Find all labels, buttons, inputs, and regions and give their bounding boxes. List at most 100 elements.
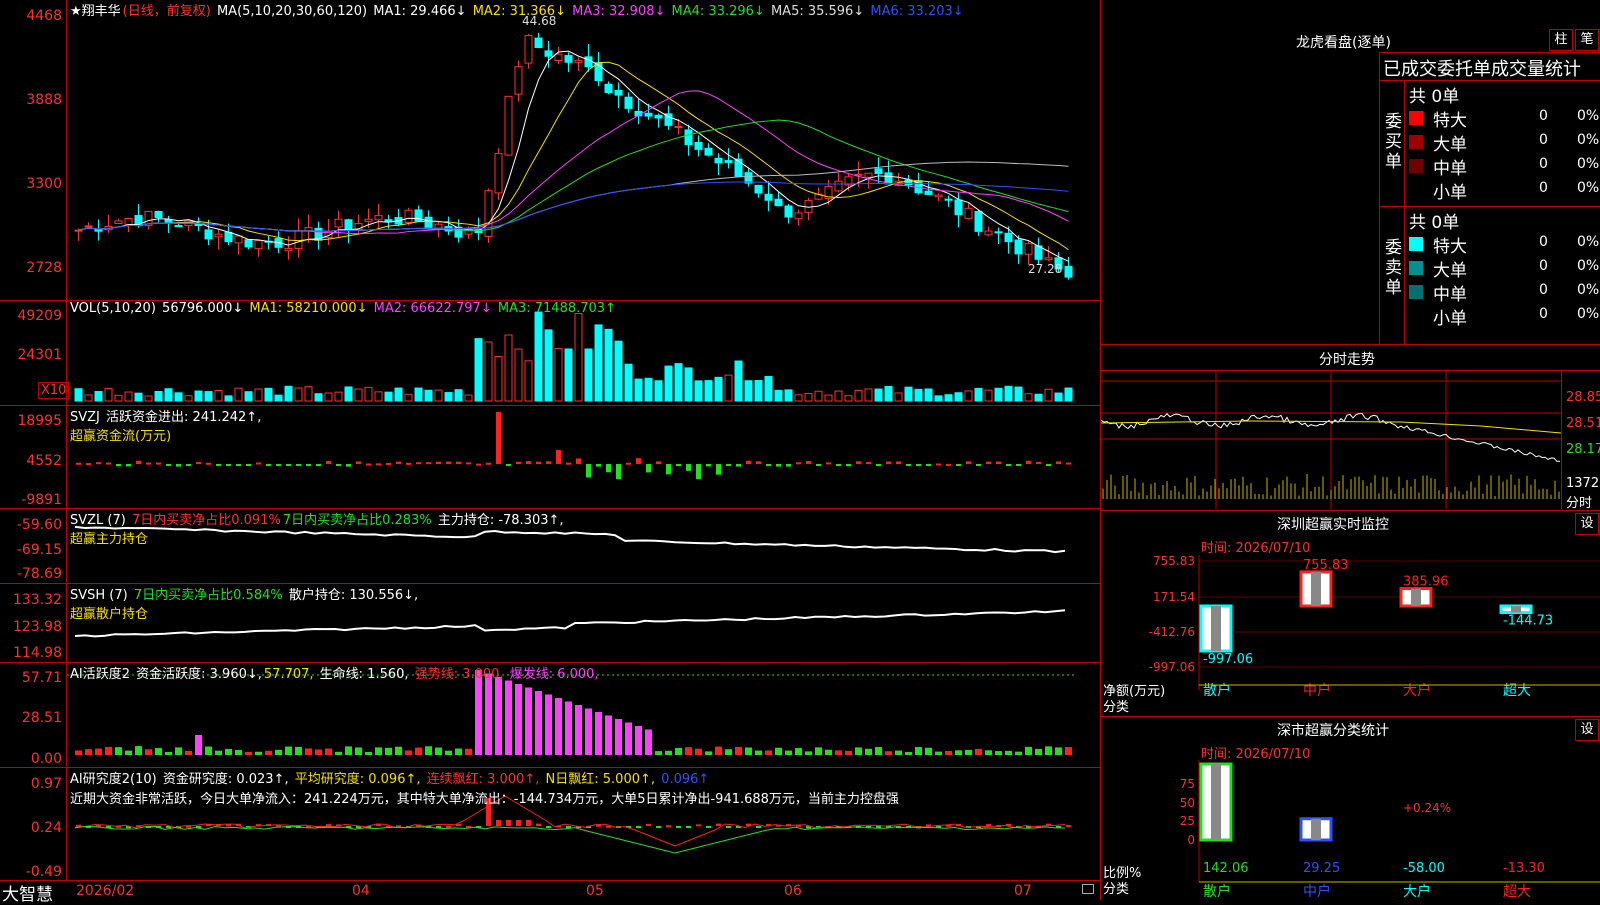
- ai1-bar: [945, 750, 952, 755]
- volume-bar: [984, 389, 993, 402]
- volume-bar: [214, 390, 223, 402]
- intraday-chart[interactable]: [1101, 371, 1561, 509]
- ai1-bar: [915, 747, 922, 755]
- ai1-bar: [245, 751, 252, 755]
- svzj-bar: [1056, 461, 1061, 464]
- price-tick-1: 4468: [26, 8, 62, 24]
- x-tick-4: 06: [784, 883, 802, 899]
- candle-body: [124, 217, 133, 226]
- ai1-bar: [285, 746, 292, 755]
- ai1-bar: [885, 751, 892, 755]
- svzj-bar: [176, 464, 181, 467]
- app-logo: 大智慧: [2, 885, 53, 905]
- lhb-row: 特大 0 0%: [1409, 232, 1600, 257]
- volume-bar: [1034, 393, 1043, 402]
- ai1-bar: [1065, 747, 1072, 755]
- ai2-bar: [1066, 825, 1071, 828]
- svzj-bar: [656, 461, 661, 464]
- candle-body: [424, 216, 433, 228]
- volume-bar: [814, 390, 823, 402]
- ai1-bar: [555, 698, 562, 755]
- svzj-bar: [676, 464, 681, 466]
- lhb-row-name: 特大: [1433, 237, 1467, 257]
- ai1-bar: [675, 747, 682, 755]
- volume-bar: [684, 367, 693, 402]
- svzj-bar: [626, 462, 631, 465]
- ma5-value: MA5: 35.596↓: [770, 4, 865, 19]
- lhb-row-pct: 0%: [1577, 234, 1600, 250]
- ai1-bar: [435, 747, 442, 755]
- lhb-row: 小单 0 0%: [1409, 304, 1599, 329]
- volume-bar: [224, 395, 233, 402]
- volume-bar: [804, 392, 813, 402]
- bar-mode-button[interactable]: 柱: [1549, 29, 1573, 51]
- tick-mode-button[interactable]: 笔: [1575, 29, 1599, 51]
- candle-body: [214, 233, 223, 238]
- ai1-bar: [515, 684, 522, 755]
- buy-total: 共 0单: [1409, 87, 1460, 107]
- ai1-bar: [935, 751, 942, 755]
- main-chart-area[interactable]: ★翔丰华 (日线，前复权) MA(5,10,20,30,60,120) MA1: …: [0, 0, 1100, 905]
- ma-line: [78, 61, 1069, 251]
- candle-body: [654, 114, 663, 119]
- svzj-bar: [526, 461, 531, 464]
- svzj-bar: [506, 464, 511, 466]
- ai1-bar: [375, 747, 382, 755]
- ai1-bar: [625, 722, 632, 755]
- candlestick-chart[interactable]: [67, 0, 1100, 300]
- price-tick-2: 3888: [26, 92, 62, 108]
- bar-value: 29.25: [1303, 861, 1340, 876]
- volume-bar: [234, 387, 243, 402]
- candle-body: [364, 218, 373, 222]
- volume-bar: [274, 394, 283, 402]
- lhb-row-name: 大单: [1433, 135, 1467, 155]
- ai2-bar: [696, 824, 701, 827]
- candle-body: [514, 66, 523, 95]
- candle-body: [74, 229, 83, 232]
- sz-class-chart: 75 50 25 0 142.06 散户 29.25 中户 -58.00 大户 -13.30 超大 +0…: [1180, 760, 1600, 900]
- szfl-xlabel: 分类: [1103, 882, 1130, 897]
- ai1-bar: [485, 673, 492, 755]
- lhb-row-pct: 0%: [1577, 180, 1600, 196]
- candle-body: [1044, 257, 1053, 261]
- ai2-tick-3: -0.49: [25, 864, 62, 880]
- lock-icon[interactable]: [1082, 884, 1094, 894]
- volume-chart[interactable]: [67, 301, 1100, 405]
- sz-settings-button[interactable]: 设: [1575, 513, 1599, 535]
- svzj-bar: [216, 464, 221, 466]
- svzj-bar: [926, 464, 931, 466]
- svzj-bar: [1016, 464, 1021, 466]
- ai1-bar: [655, 751, 662, 755]
- svzj-bar: [106, 462, 111, 465]
- candle-body: [234, 235, 243, 244]
- ai1-bar: [225, 748, 232, 755]
- color-swatch: [1409, 309, 1423, 323]
- lhb-row-name: 中单: [1433, 159, 1467, 179]
- ma-line: [78, 50, 1069, 262]
- ai1-bar: [695, 748, 702, 755]
- svzj-bar: [136, 460, 141, 464]
- volume-bar: [924, 388, 933, 402]
- volume-bar: [894, 392, 903, 402]
- ai1-bar: [895, 750, 902, 755]
- ai1-bar: [615, 719, 622, 755]
- volume-bar: [874, 388, 883, 402]
- candle-body: [204, 229, 213, 240]
- ai1-bar: [95, 748, 102, 755]
- volume-bar: [294, 387, 303, 402]
- svzl-tick-3: -78.69: [16, 566, 62, 582]
- candle-body: [84, 225, 93, 228]
- bar-value: -58.00: [1403, 861, 1445, 876]
- volume-bar: [634, 378, 643, 402]
- ai2-bar: [326, 824, 331, 827]
- ai1-bar: [445, 750, 452, 755]
- svzj-bar: [516, 461, 521, 464]
- svzj-bar: [336, 464, 341, 466]
- szfl-settings-button[interactable]: 设: [1575, 719, 1599, 741]
- vol-tick-2: 24301: [17, 347, 62, 363]
- color-swatch: [1409, 261, 1423, 275]
- lhb-row-pct: 0%: [1577, 156, 1600, 172]
- axis-tick: 0: [1187, 833, 1195, 847]
- lhb-row: 特大 0 0%: [1409, 106, 1599, 131]
- intraday-tick-2: 28.51: [1566, 416, 1600, 431]
